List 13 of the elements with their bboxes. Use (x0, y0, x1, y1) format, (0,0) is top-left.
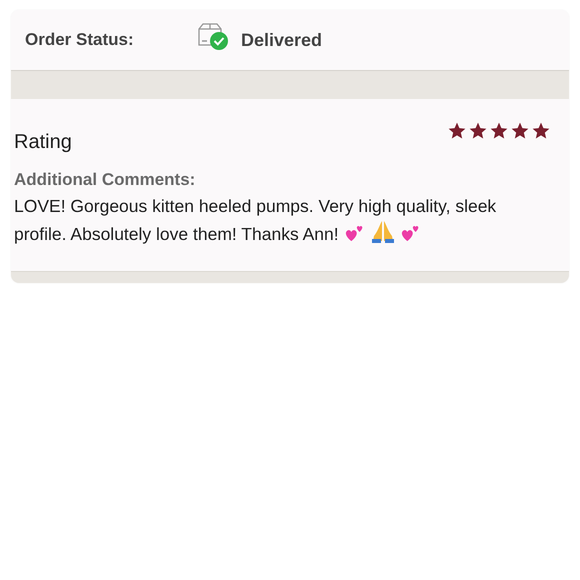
comment-text: profile. Absolutely love them! Thanks Ann! (14, 224, 339, 244)
star-icon (510, 121, 530, 141)
rating-label: Rating (14, 131, 72, 154)
star-icon (489, 121, 509, 141)
star-icon (447, 121, 467, 141)
box-check-icon (197, 23, 229, 51)
star-icon (531, 121, 551, 141)
comment-text: LOVE! Gorgeous kitten heeled pumps. Very high quality, sleek (14, 196, 496, 216)
star-icon (468, 121, 488, 141)
order-status-value: Delivered (241, 30, 322, 50)
comments-label: Additional Comments: (14, 170, 196, 190)
order-status-label: Order Status: (25, 30, 135, 50)
praying-hands-icon (370, 219, 395, 243)
